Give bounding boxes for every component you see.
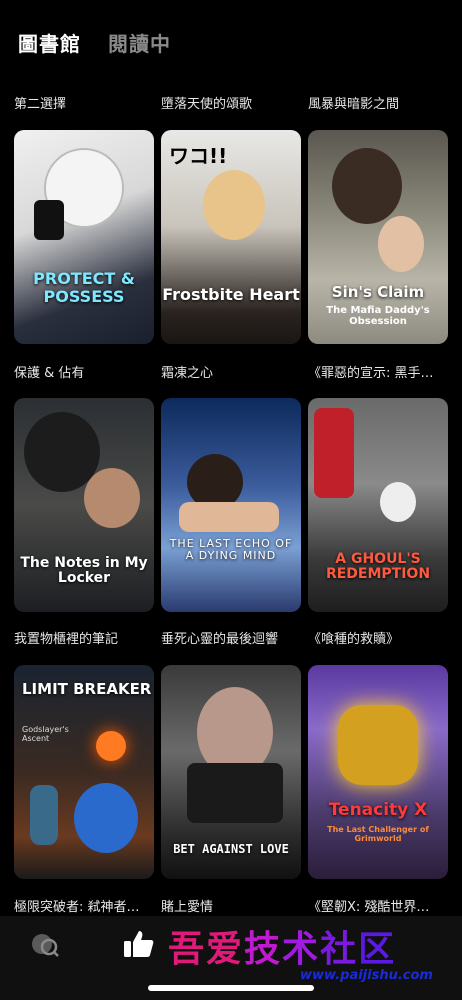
row-label: 第二選擇	[14, 97, 67, 112]
cover-art	[332, 148, 402, 224]
book-card[interactable]: ワコ!! Frostbite Heart	[161, 130, 301, 344]
cover-art-red	[314, 408, 354, 498]
cover-art-sword	[338, 705, 418, 785]
book-caption: 垂死心靈的最後迴響	[161, 632, 279, 647]
cover-art-suit	[187, 763, 283, 823]
cover-title: BET AGAINST LOVE	[173, 842, 289, 856]
book-caption: 《罪惡的宣示: 黑手…	[308, 366, 434, 381]
cover-art-face	[84, 468, 140, 528]
chat-search-icon[interactable]	[30, 932, 60, 958]
tab-reading[interactable]: 閱讀中	[108, 28, 171, 57]
cover-title: The Notes in My Locker	[20, 555, 148, 587]
cover-title: A GHOUL'S REDEMPTION	[325, 551, 431, 583]
cover-art-fire	[96, 731, 126, 761]
cover-art-child	[378, 216, 424, 272]
book-caption: 《喰種的救贖》	[308, 632, 400, 647]
cover-subtitle: The Last Challenger of Grimworld	[327, 825, 429, 843]
book-caption: 霜凍之心	[161, 366, 214, 381]
book-card[interactable]: Sin's Claim The Mafia Daddy's Obsession	[308, 130, 448, 344]
book-caption: 保護 & 佔有	[14, 366, 85, 381]
book-caption: 極限突破者: 弒神者…	[14, 900, 140, 915]
cover-art	[74, 783, 138, 853]
book-card[interactable]: Tenacity X The Last Challenger of Grimwo…	[308, 665, 448, 879]
book-card[interactable]: The Notes in My Locker	[14, 398, 154, 612]
watermark-url: www.paijishu.com	[300, 968, 433, 983]
cover-art-face	[380, 482, 416, 522]
book-caption: 《堅韌X: 殘酷世界…	[308, 900, 430, 915]
cover-art-body	[179, 502, 279, 532]
cover-art	[203, 170, 265, 240]
cover-title: THE LAST ECHO OF A DYING MIND	[169, 537, 293, 563]
row-label: 風暴與暗影之間	[308, 97, 400, 112]
cover-title: PROTECT & POSSESS	[33, 269, 135, 306]
watermark: 吾爱技术社区 www.paijishu.com	[160, 920, 460, 990]
cover-kanji-art: ワコ!!	[169, 144, 228, 168]
cover-title: LIMIT BREAKER	[22, 680, 152, 698]
cover-subtitle: Godslayer's Ascent	[22, 725, 69, 743]
cover-art-figure	[30, 785, 58, 845]
cover-title: Frostbite Heart	[162, 285, 300, 304]
book-card[interactable]: BET AGAINST LOVE	[161, 665, 301, 879]
home-indicator	[148, 985, 314, 991]
top-bar: 圖書館 閱讀中	[0, 0, 462, 80]
book-card[interactable]: LIMIT BREAKER Godslayer's Ascent	[14, 665, 154, 879]
tab-library[interactable]: 圖書館	[18, 28, 81, 57]
book-card[interactable]: THE LAST ECHO OF A DYING MIND	[161, 398, 301, 612]
cover-title: Sin's Claim	[331, 283, 425, 301]
row-label: 墮落天使的頌歌	[161, 97, 253, 112]
book-caption: 我置物櫃裡的筆記	[14, 632, 119, 647]
gun-art	[34, 200, 64, 240]
thumbs-up-icon[interactable]	[122, 928, 156, 960]
book-card[interactable]: A GHOUL'S REDEMPTION	[308, 398, 448, 612]
book-caption: 賭上愛情	[161, 900, 214, 915]
watermark-text: 吾爱技术社区	[168, 928, 397, 970]
cover-title: Tenacity X	[328, 800, 428, 820]
book-card[interactable]: PROTECT & POSSESS	[14, 130, 154, 344]
cover-subtitle: The Mafia Daddy's Obsession	[326, 305, 430, 327]
